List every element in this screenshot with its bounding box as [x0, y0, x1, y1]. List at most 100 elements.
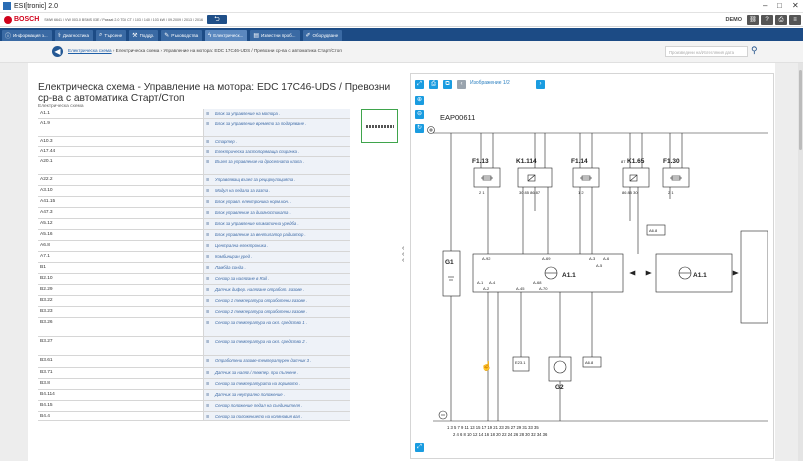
svg-text:A-45: A-45 [516, 286, 525, 291]
image-counter: Изображение 1/2 [470, 80, 510, 86]
breadcrumb-link[interactable]: Електрическа схема [68, 48, 112, 53]
manual-icon: ✎ [164, 33, 170, 39]
brand-name: BOSCH [14, 16, 40, 23]
table-row[interactable]: B4.114 ≡ Датчик за неутрално положение . [38, 390, 350, 401]
header-back-button[interactable]: ⮌ [206, 15, 227, 24]
table-row[interactable]: A5.16 ≡ Блок управление за вентилатор ради… [38, 230, 350, 241]
table-row[interactable]: A1.1 ≡ Блок за управление на мотора . [38, 109, 350, 119]
fuse-f1-30[interactable] [662, 167, 690, 188]
fuse-label: F1.14 [571, 158, 588, 165]
settings-icon[interactable]: ≡ [789, 15, 801, 25]
app-icon [3, 2, 11, 10]
search-input[interactable]: Произведени на/Изтегляния дата [665, 46, 748, 57]
list-icon: ≡ [206, 149, 210, 155]
list-icon: ≡ [206, 381, 210, 387]
pin-label: 86 85 30 [622, 190, 638, 195]
tab-diagnostics[interactable]: ⚕ Диагностика [54, 30, 93, 41]
search-icon[interactable]: ⚲ [751, 45, 758, 56]
info-icon: ⓘ [5, 34, 12, 40]
table-row[interactable]: B3.61 ≡ Отработени газове-температурен дат… [38, 356, 350, 368]
list-icon: ≡ [206, 309, 210, 315]
table-row[interactable]: B4.15 ≡ Сензор положение педал на съединит… [38, 401, 350, 412]
bosch-logo [4, 15, 12, 24]
tab-equipment[interactable]: ✐ Оборудване [302, 30, 343, 41]
minimize-button[interactable]: – [763, 1, 767, 10]
list-icon: ≡ [206, 232, 210, 238]
table-row[interactable]: A20.1 ≡ Възел за управление на дроселната … [38, 157, 350, 175]
relay-label: K1.65 [627, 158, 645, 165]
table-row[interactable]: A3.10 ≡ Модул на педала за газта . [38, 186, 350, 197]
table-row[interactable]: B2.29 ≡ Датчик дифер. налягане отработ. га… [38, 285, 350, 296]
fuse-f1-13[interactable] [473, 167, 501, 188]
relay-k1-65[interactable] [622, 167, 650, 188]
list-icon: ≡ [206, 265, 210, 271]
tab-known-problems[interactable]: ▤ Известни проб... [250, 30, 300, 41]
table-row[interactable]: B3.26 ≡ Сензор за температура на охл. сред… [38, 318, 350, 337]
export-icon[interactable]: ⧉ [443, 80, 452, 89]
tab-search[interactable]: ⌕ Търсене [95, 30, 127, 41]
table-row[interactable]: A1.9 ≡ Блок за управление времето за подгр… [38, 119, 350, 137]
diagnosis-icon: ⚕ [57, 33, 61, 39]
zoom-out-icon[interactable]: ⊖ [415, 110, 424, 119]
relay-pin-label: 87 [621, 159, 626, 164]
list-icon: ≡ [206, 221, 210, 227]
wiring-schematic[interactable]: F1.13 K1.114 F1.14 K1.65 F1.30 87 2 1 30… [423, 121, 768, 439]
battery-g1[interactable] [442, 250, 461, 297]
breadcrumb: Електрическа схема › Електрическа схема … [68, 48, 342, 53]
table-row[interactable]: A7.1 ≡ Комбиниран уред . [38, 252, 350, 263]
help-icon[interactable]: ? [761, 15, 773, 25]
table-row[interactable]: B3.8 ≡ Сензор за температурата на горивото… [38, 379, 350, 390]
grid-numbers-even: 2 4 6 8 10 12 14 16 18 20 22 24 26 28 30… [453, 432, 548, 437]
maximize-button[interactable]: □ [777, 1, 782, 10]
table-row[interactable]: B2.10 ≡ Сензор за налягане в Rail . [38, 274, 350, 285]
diagram-thumbnail[interactable] [361, 109, 398, 143]
expand-icon[interactable]: ⤢ [415, 80, 424, 89]
page-title: Електрическа схема - Управление на мотор… [38, 82, 391, 104]
scrollbar-thumb[interactable] [799, 70, 802, 150]
pin-label: 2 1 [668, 190, 674, 195]
svg-text:A-5: A-5 [596, 263, 603, 268]
print-icon[interactable]: ⎙ [429, 80, 438, 89]
link-icon[interactable]: ⛓ [747, 15, 759, 25]
list-icon: ≡ [206, 403, 210, 409]
table-row[interactable]: A17.44 ≡ Електрическа застопоряваща спирач… [38, 147, 350, 157]
print-icon[interactable]: ⎙ [775, 15, 787, 25]
app-header: BOSCH SMW 6641 / VW 003.0 BSMS 03E / Pas… [0, 13, 803, 27]
ecu-label-right: A1.1 [693, 272, 707, 279]
svg-text:A-68: A-68 [533, 280, 542, 285]
tab-information[interactable]: ⓘ Информация з... [2, 30, 52, 41]
table-row[interactable]: A5.12 ≡ Блок за управление климатична уред… [38, 219, 350, 230]
svg-text:E23.1: E23.1 [515, 360, 526, 365]
table-row[interactable]: B3.23 ≡ Сензор 2 температура отработени га… [38, 307, 350, 318]
table-row[interactable]: B3.27 ≡ Сензор за температура на охл. сред… [38, 337, 350, 356]
close-button[interactable]: ✕ [792, 1, 799, 10]
vehicle-info: SMW 6641 / VW 003.0 BSMS 03E / Passat 2.… [44, 17, 203, 22]
window-titlebar: ESI[tronic] 2.0 – □ ✕ [0, 0, 803, 13]
table-row[interactable]: A41.15 ≡ Блок управл. електроника норм.кон… [38, 197, 350, 208]
fullscreen-icon[interactable]: ⤢ [415, 443, 424, 452]
table-row[interactable]: B1 ≡ Ламбда сонда . [38, 263, 350, 274]
fuse-f1-14[interactable] [572, 167, 600, 188]
table-row[interactable]: B3.22 ≡ Сензор 1 температура отработени га… [38, 296, 350, 307]
pin-label: 2 1 [479, 190, 485, 195]
table-row[interactable]: A10.3 ≡ Стартер . [38, 137, 350, 147]
list-icon: ≡ [206, 177, 210, 183]
zoom-in-icon[interactable]: ⊕ [415, 96, 424, 105]
back-arrow-icon[interactable]: ◀ [52, 46, 63, 57]
table-row[interactable]: B4.4 ≡ Сензор за положението на коляновия … [38, 412, 350, 421]
svg-text:A-4: A-4 [489, 280, 496, 285]
previous-image-icon[interactable]: ‹ [457, 80, 466, 89]
list-icon: ≡ [206, 392, 210, 398]
tab-manuals[interactable]: ✎ Ръководства [161, 30, 203, 41]
table-row[interactable]: B3.71 ≡ Датчик за наляг./ темпер. при пълн… [38, 368, 350, 379]
tab-electrical[interactable]: ϟ Електрическ... [205, 30, 248, 41]
table-row[interactable]: A22.2 ≡ Управляващ възел за рециркулацията… [38, 175, 350, 186]
glow-plug-g2[interactable] [548, 356, 572, 382]
tab-support[interactable]: ⚒ Поддр. [129, 30, 159, 41]
collapse-panel-icon[interactable]: ‹ ‹ ‹ [402, 245, 404, 264]
next-image-icon[interactable]: › [536, 80, 545, 89]
thumbnail-preview [366, 125, 394, 128]
table-row[interactable]: A47.3 ≡ Блок управление за диагностиката . [38, 208, 350, 219]
table-row[interactable]: A6.8 ≡ Централна електроника . [38, 241, 350, 252]
list-icon: ≡ [206, 358, 210, 364]
